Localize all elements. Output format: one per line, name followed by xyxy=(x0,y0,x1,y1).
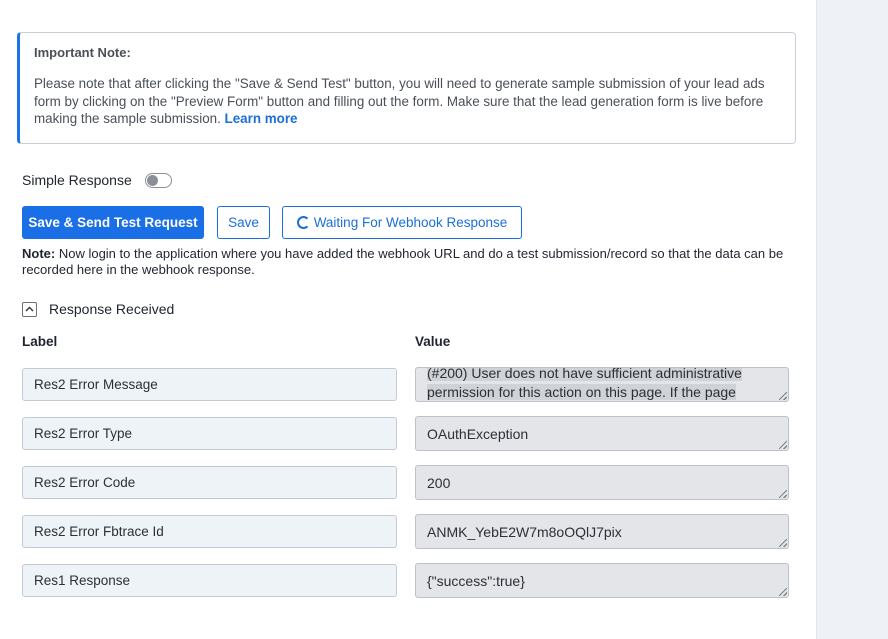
value-text: ANMK_YebE2W7m8oOQlJ7pix xyxy=(427,523,622,540)
resize-handle-icon[interactable] xyxy=(779,441,787,449)
simple-response-row: Simple Response xyxy=(22,170,172,190)
label-field[interactable]: Res2 Error Fbtrace Id xyxy=(22,515,397,548)
label-field[interactable]: Res2 Error Message xyxy=(22,368,397,401)
simple-response-toggle[interactable] xyxy=(144,172,172,188)
value-text: 200 xyxy=(427,474,451,491)
chevron-up-icon[interactable] xyxy=(22,301,37,317)
value-field[interactable]: OAuthException xyxy=(415,416,789,451)
important-note-box: Important Note: Please note that after c… xyxy=(17,32,796,144)
value-line: permission for this action on this page.… xyxy=(427,384,736,400)
save-send-test-button[interactable]: Save & Send Test Request xyxy=(22,206,204,239)
loading-spinner-icon xyxy=(296,216,310,229)
label-field[interactable]: Res1 Response xyxy=(22,564,397,597)
instructions-bold: Note: xyxy=(22,246,56,261)
resize-handle-icon[interactable] xyxy=(779,539,787,547)
value-field[interactable]: 200 xyxy=(415,465,789,500)
note-text: Please note that after clicking the "Sav… xyxy=(34,75,794,128)
waiting-webhook-button[interactable]: Waiting For Webhook Response xyxy=(282,206,522,239)
waiting-webhook-label: Waiting For Webhook Response xyxy=(313,215,508,230)
resize-handle-icon[interactable] xyxy=(779,588,787,596)
value-column-header: Value xyxy=(415,334,451,349)
value-field[interactable]: (#200) User does not have sufficient adm… xyxy=(415,367,789,402)
value-line: (#200) User does not have sufficient adm… xyxy=(427,367,742,381)
simple-response-label: Simple Response xyxy=(22,172,132,188)
value-field[interactable]: {"success":true} xyxy=(415,563,789,598)
response-received-label: Response Received xyxy=(49,301,175,317)
resize-handle-icon[interactable] xyxy=(779,490,787,498)
label-field[interactable]: Res2 Error Code xyxy=(22,466,397,499)
right-side-panel xyxy=(816,0,888,639)
learn-more-link[interactable]: Learn more xyxy=(225,111,298,126)
note-body: Please note that after clicking the "Sav… xyxy=(34,76,765,126)
value-field[interactable]: ANMK_YebE2W7m8oOQlJ7pix xyxy=(415,514,789,549)
value-text: {"success":true} xyxy=(427,572,525,589)
label-column-header: Label xyxy=(22,334,58,349)
resize-handle-icon[interactable] xyxy=(779,392,787,400)
value-text: OAuthException xyxy=(427,425,529,442)
response-received-row: Response Received xyxy=(22,301,174,317)
instructions-note: Note: Now login to the application where… xyxy=(22,246,792,278)
toggle-knob xyxy=(146,174,158,186)
instructions-text: Now login to the application where you h… xyxy=(22,246,784,277)
note-title: Important Note: xyxy=(34,45,131,60)
label-field[interactable]: Res2 Error Type xyxy=(22,417,397,450)
save-button[interactable]: Save xyxy=(217,206,270,239)
